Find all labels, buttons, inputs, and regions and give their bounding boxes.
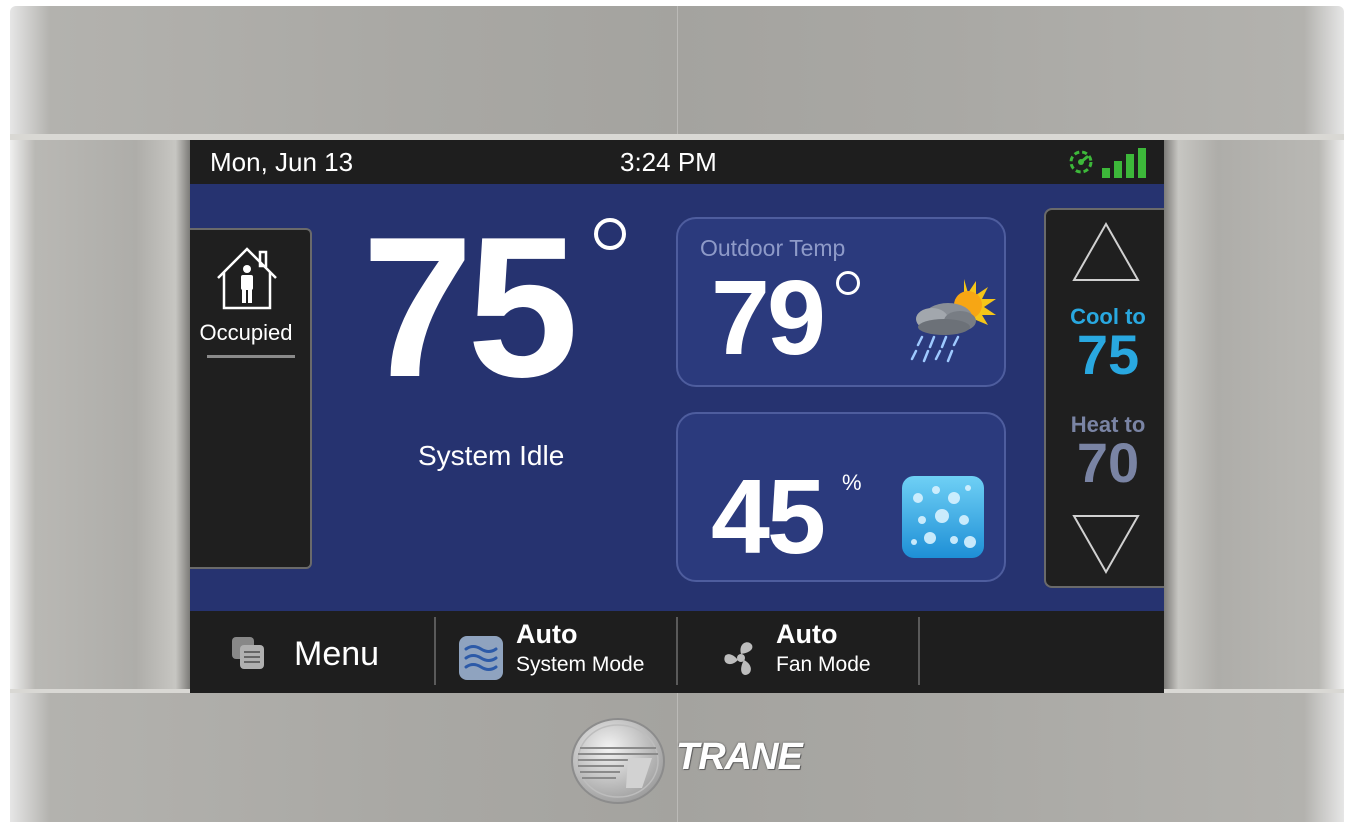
outdoor-temp-card[interactable]: Outdoor Temp 79 [676,217,1006,387]
system-mode-label: System Mode [516,653,645,676]
house-person-icon [217,247,277,310]
outdoor-temp-label: Outdoor Temp [700,235,846,261]
occupancy-button[interactable]: Occupied [190,228,312,569]
divider [676,617,678,685]
degree-symbol [836,271,860,295]
setpoint-panel: Cool to 75 Heat to 70 [1044,208,1164,588]
decrease-setpoint-button[interactable] [1070,510,1142,576]
rain-sun-cloud-icon [910,279,996,363]
occupancy-label: Occupied [199,320,293,345]
humidity-unit: % [842,470,862,495]
status-bar: Mon, Jun 13 3:24 PM [190,140,1164,184]
system-mode-value: Auto [516,619,578,649]
device-bezel-top [10,6,1344,140]
date-display: Mon, Jun 13 [210,147,354,177]
network-connected-icon [1069,150,1093,174]
degree-symbol [594,218,626,250]
trane-emblem-icon [571,718,665,804]
menu-icon [232,637,264,669]
humidity-value: 45 [711,458,826,576]
device-side-right [1164,140,1344,693]
water-drops-icon [902,476,984,558]
fan-mode-value: Auto [776,619,838,649]
indoor-temperature: 75 [362,196,578,419]
bottom-bar: Menu Auto System Mode Auto Fan Mode [190,611,1164,693]
system-mode-icon [459,636,503,680]
cool-setpoint-value[interactable]: 75 [1046,322,1164,387]
fan-mode-label: Fan Mode [776,653,871,676]
heat-setpoint-value[interactable]: 70 [1046,430,1164,495]
divider [434,617,436,685]
brand-name: TRANE [676,736,803,778]
trane-logo: TRANE [568,716,818,806]
increase-setpoint-button[interactable] [1070,220,1142,286]
device-side-left [10,140,190,693]
occupancy-underline [207,355,295,358]
menu-label: Menu [294,635,380,673]
signal-strength-icon [1102,148,1146,178]
fan-mode-button[interactable]: Auto Fan Mode [716,617,946,685]
divider [918,617,920,685]
time-display: 3:24 PM [620,147,717,177]
outdoor-temp-value: 79 [711,259,826,377]
thermostat-screen: Mon, Jun 13 3:24 PM Occupied 75 System I… [190,140,1164,693]
system-mode-button[interactable]: Auto System Mode [456,617,686,685]
system-status: System Idle [418,440,565,471]
fan-icon [724,642,753,675]
menu-button[interactable]: Menu [230,625,430,681]
humidity-card[interactable]: 45 % [676,412,1006,582]
